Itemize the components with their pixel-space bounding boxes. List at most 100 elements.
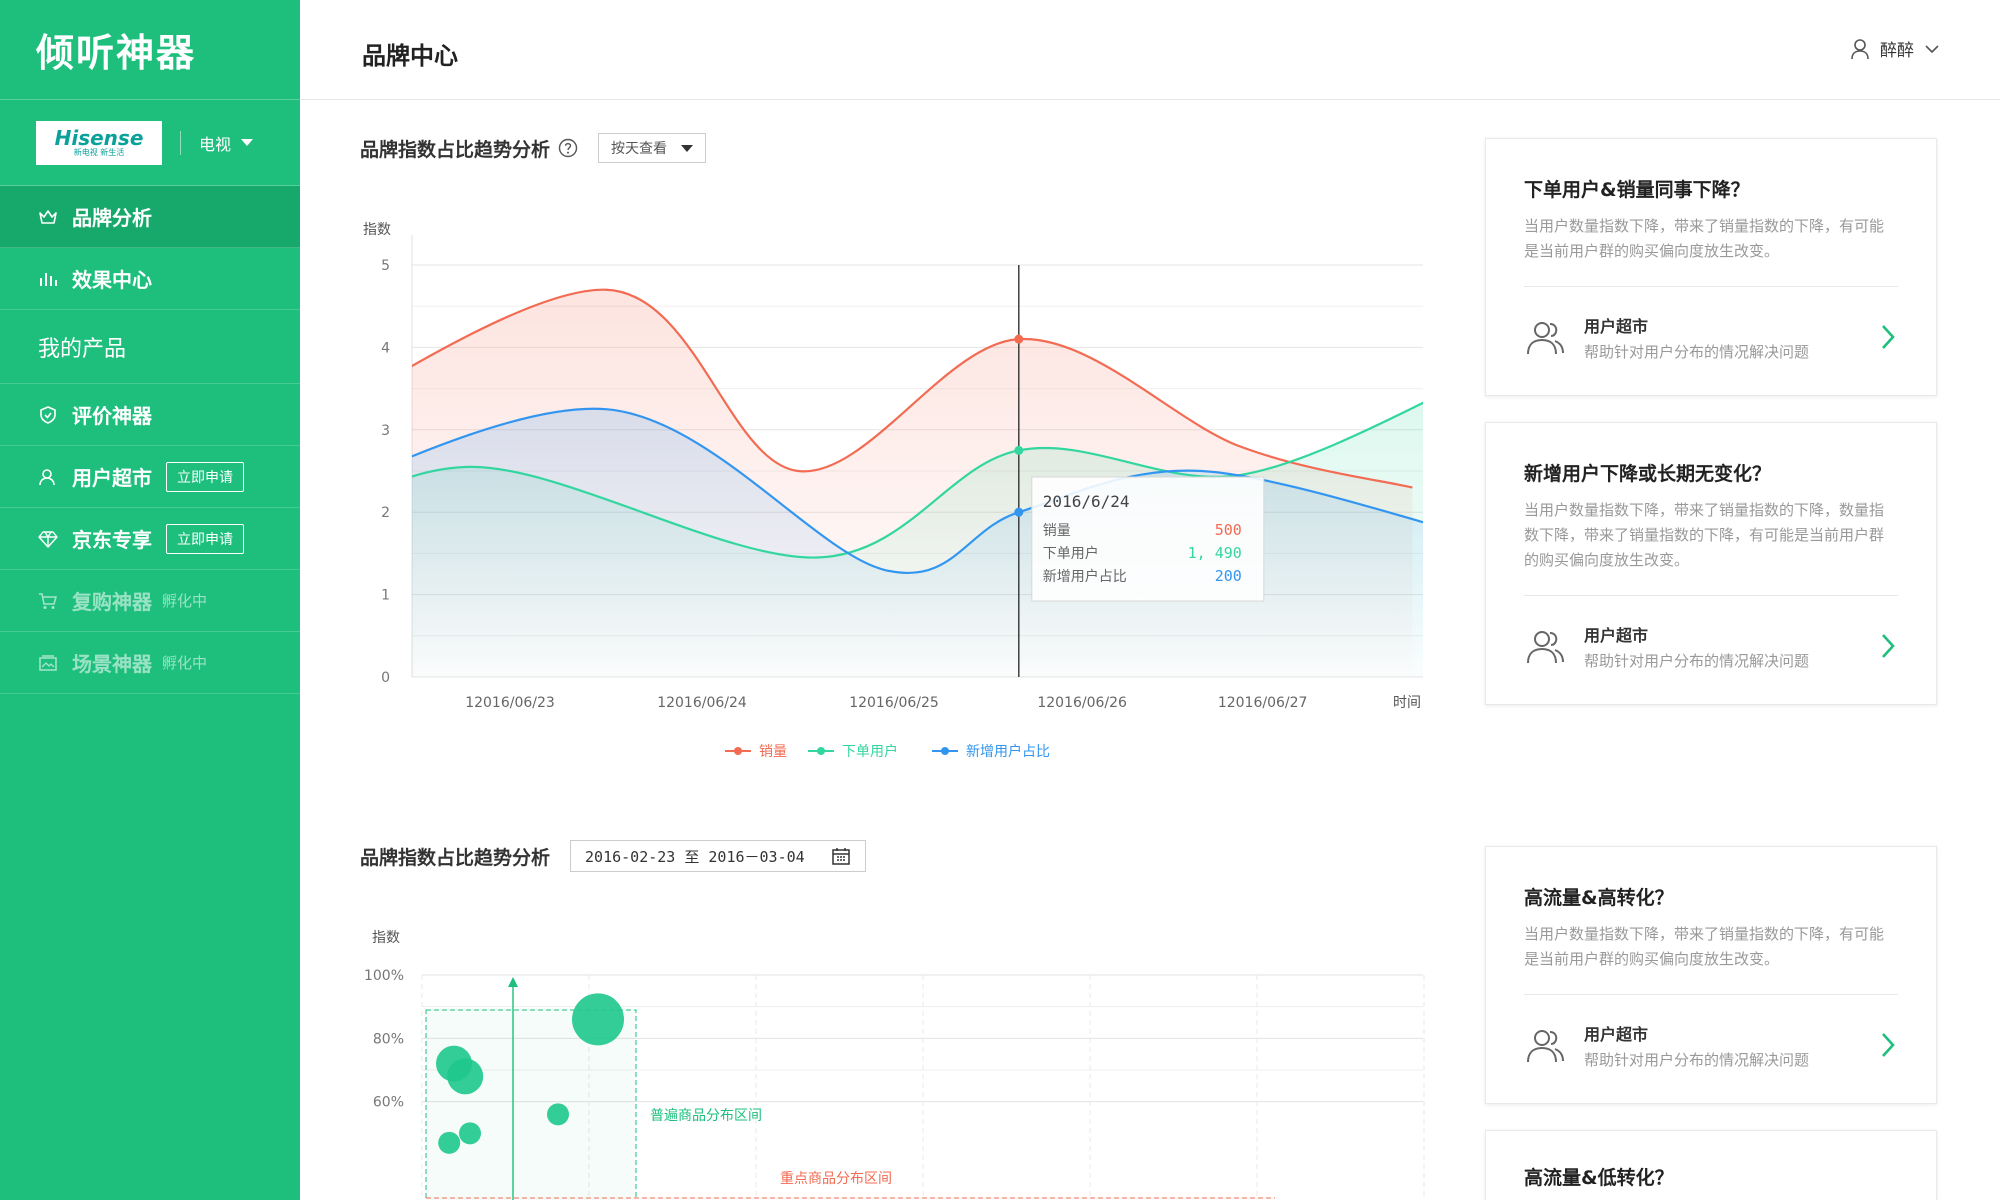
insight-card: 下单用户&销量同事下降？ 当用户数量指数下降，带来了销量指数的下降，有可能是当前… bbox=[1485, 138, 1937, 396]
sidebar-item-label: 我的产品 bbox=[38, 336, 127, 362]
bubble-scatter-chart: 指数 100% 80% 60% 普遍商品分布区间重点商品分布区间 bbox=[364, 930, 1425, 1200]
x-tick-label: 12016/06/26 bbox=[1037, 695, 1127, 711]
sidebar-item-brand-analysis[interactable]: 品牌分析 bbox=[0, 186, 300, 248]
card-description: 当用户数量指数下降，带来了销量指数的下降，有可能是当前用户群的购买偏向度放生改变… bbox=[1524, 922, 1898, 995]
tooltip-value: 500 bbox=[1215, 521, 1242, 539]
sidebar-item-label: 京东专享 bbox=[72, 528, 152, 552]
tooltip-label: 新增用户占比 bbox=[1043, 568, 1127, 585]
sidebar-item-review-tool[interactable]: 评价神器 bbox=[0, 384, 300, 446]
y-tick-label: 0 bbox=[381, 670, 390, 686]
tooltip-value: 200 bbox=[1215, 567, 1242, 585]
y-tick-label: 80% bbox=[373, 1031, 404, 1047]
sidebar-item-my-products[interactable]: 我的产品 bbox=[0, 310, 300, 384]
arrow-head bbox=[508, 977, 518, 987]
caret-down-icon bbox=[681, 144, 694, 152]
legend-marker bbox=[734, 747, 742, 755]
brand-logo: Hisense 新电视 新生活 bbox=[36, 120, 162, 165]
user-market-link[interactable]: 用户超市 帮助针对用户分布的情况解决问题 bbox=[1524, 596, 1898, 696]
link-subtitle: 帮助针对用户分布的情况解决问题 bbox=[1584, 1050, 1810, 1069]
user-menu[interactable]: 醉醉 bbox=[1850, 36, 1940, 61]
bubble-point bbox=[459, 1122, 481, 1145]
sidebar-item-label: 场景神器 bbox=[72, 652, 152, 676]
date-range-picker[interactable]: 2016-02-23 至 2016－03-04 bbox=[570, 840, 866, 872]
app-title: 倾听神器 bbox=[0, 0, 300, 100]
help-icon[interactable] bbox=[558, 138, 578, 158]
chart-tooltip: 2016/6/24 销量 500 下单用户 1, 490 新增用户占比 200 bbox=[1031, 476, 1265, 602]
legend-label: 销量 bbox=[759, 744, 787, 760]
chevron-down-icon bbox=[1925, 44, 1939, 53]
caret-down-icon bbox=[241, 139, 254, 146]
crown-icon bbox=[36, 205, 60, 229]
user-market-link[interactable]: 用户超市 帮助针对用户分布的情况解决问题 bbox=[1524, 995, 1898, 1095]
bubble-point bbox=[547, 1103, 569, 1126]
sidebar-item-jd-exclusive[interactable]: 京东专享 立即申请 bbox=[0, 508, 300, 570]
card-title: 高流量&低转化？ bbox=[1524, 1167, 1674, 1189]
chevron-right-icon bbox=[1882, 634, 1895, 658]
brand-divider bbox=[180, 130, 181, 155]
link-subtitle: 帮助针对用户分布的情况解决问题 bbox=[1584, 651, 1810, 670]
y-tick-label: 3 bbox=[381, 423, 390, 439]
chevron-right-icon bbox=[1882, 325, 1895, 349]
legend-label: 下单用户 bbox=[842, 743, 898, 760]
sidebar-item-label: 品牌分析 bbox=[72, 206, 152, 230]
calendar-icon bbox=[831, 848, 850, 865]
x-tick-label: 12016/06/25 bbox=[849, 695, 939, 711]
section1-header: 品牌指数占比趋势分析 按天查看 bbox=[360, 133, 707, 163]
bar-chart-icon bbox=[36, 267, 60, 291]
x-axis-label: 时间 bbox=[1393, 695, 1421, 711]
cart-icon bbox=[36, 589, 60, 613]
sidebar: 倾听神器 Hisense 新电视 新生活 电视 品牌分析 效果中心 我的产品 评… bbox=[0, 0, 300, 1200]
tooltip-label: 销量 bbox=[1043, 523, 1071, 539]
legend-marker bbox=[941, 747, 949, 755]
sidebar-item-effect-center[interactable]: 效果中心 bbox=[0, 248, 300, 310]
section2-title: 品牌指数占比趋势分析 bbox=[360, 846, 551, 869]
x-tick-label: 12016/06/23 bbox=[465, 695, 555, 711]
users-icon bbox=[1527, 322, 1564, 355]
sidebar-item-label: 评价神器 bbox=[72, 404, 152, 428]
chevron-right-icon bbox=[1882, 1033, 1895, 1057]
card-title: 新增用户下降或长期无变化？ bbox=[1524, 463, 1772, 485]
card-title: 高流量&高转化？ bbox=[1524, 887, 1674, 909]
bubble-point bbox=[438, 1131, 461, 1154]
brand-logo-slogan: 新电视 新生活 bbox=[73, 147, 125, 157]
category-label: 电视 bbox=[199, 134, 232, 154]
user-icon bbox=[36, 465, 60, 489]
trend-line-chart: 指数 0 1 2 3 4 5 12016/06/23 12016/06/24 12016/06/2… bbox=[363, 222, 1423, 760]
link-title: 用户超市 bbox=[1584, 1024, 1649, 1044]
brand-logo-text: Hisense bbox=[54, 125, 144, 150]
view-mode-select[interactable]: 按天查看 bbox=[598, 133, 707, 163]
incubating-badge: 孵化中 bbox=[162, 654, 208, 672]
link-text: 用户超市 帮助针对用户分布的情况解决问题 bbox=[1584, 1021, 1878, 1070]
y-axis-label: 指数 bbox=[372, 930, 400, 946]
bubble-point bbox=[572, 993, 624, 1046]
user-market-link[interactable]: 用户超市 帮助针对用户分布的情况解决问题 bbox=[1524, 287, 1898, 387]
sidebar-item-repurchase-tool: 复购神器 孵化中 bbox=[0, 570, 300, 632]
sidebar-item-user-market[interactable]: 用户超市 立即申请 bbox=[0, 446, 300, 508]
link-title: 用户超市 bbox=[1584, 316, 1649, 336]
apply-button[interactable]: 立即申请 bbox=[166, 523, 244, 554]
legend-marker bbox=[817, 747, 825, 755]
category-dropdown[interactable]: 电视 bbox=[199, 131, 254, 155]
view-mode-value: 按天查看 bbox=[611, 141, 668, 157]
hover-point bbox=[1014, 334, 1024, 344]
diamond-icon bbox=[36, 527, 60, 551]
insight-card: 高流量&高转化？ 当用户数量指数下降，带来了销量指数的下降，有可能是当前用户群的… bbox=[1485, 846, 1937, 1104]
tooltip-date: 2016/6/24 bbox=[1043, 492, 1130, 511]
user-name: 醉醉 bbox=[1880, 41, 1914, 61]
sidebar-item-label: 复购神器 bbox=[72, 590, 152, 614]
y-tick-label: 5 bbox=[381, 258, 390, 274]
y-tick-label: 1 bbox=[381, 588, 390, 604]
section1-title: 品牌指数占比趋势分析 bbox=[360, 138, 551, 161]
legend-label: 新增用户占比 bbox=[966, 743, 1050, 760]
shield-icon bbox=[36, 403, 60, 427]
hover-point bbox=[1014, 507, 1024, 517]
insight-card: 新增用户下降或长期无变化？ 当用户数量指数下降，带来了销量指数的下降，数量指数下… bbox=[1485, 422, 1937, 705]
link-text: 用户超市 帮助针对用户分布的情况解决问题 bbox=[1584, 313, 1878, 362]
y-tick-label: 4 bbox=[381, 340, 390, 356]
chart-legend: 销量 下单用户 新增用户占比 bbox=[725, 743, 1050, 760]
apply-button[interactable]: 立即申请 bbox=[166, 461, 244, 492]
page-title: 品牌中心 bbox=[362, 42, 458, 70]
top-header: 品牌中心 醉醉 bbox=[300, 0, 2000, 100]
y-axis-label: 指数 bbox=[363, 222, 391, 238]
y-tick-label: 2 bbox=[381, 505, 390, 521]
